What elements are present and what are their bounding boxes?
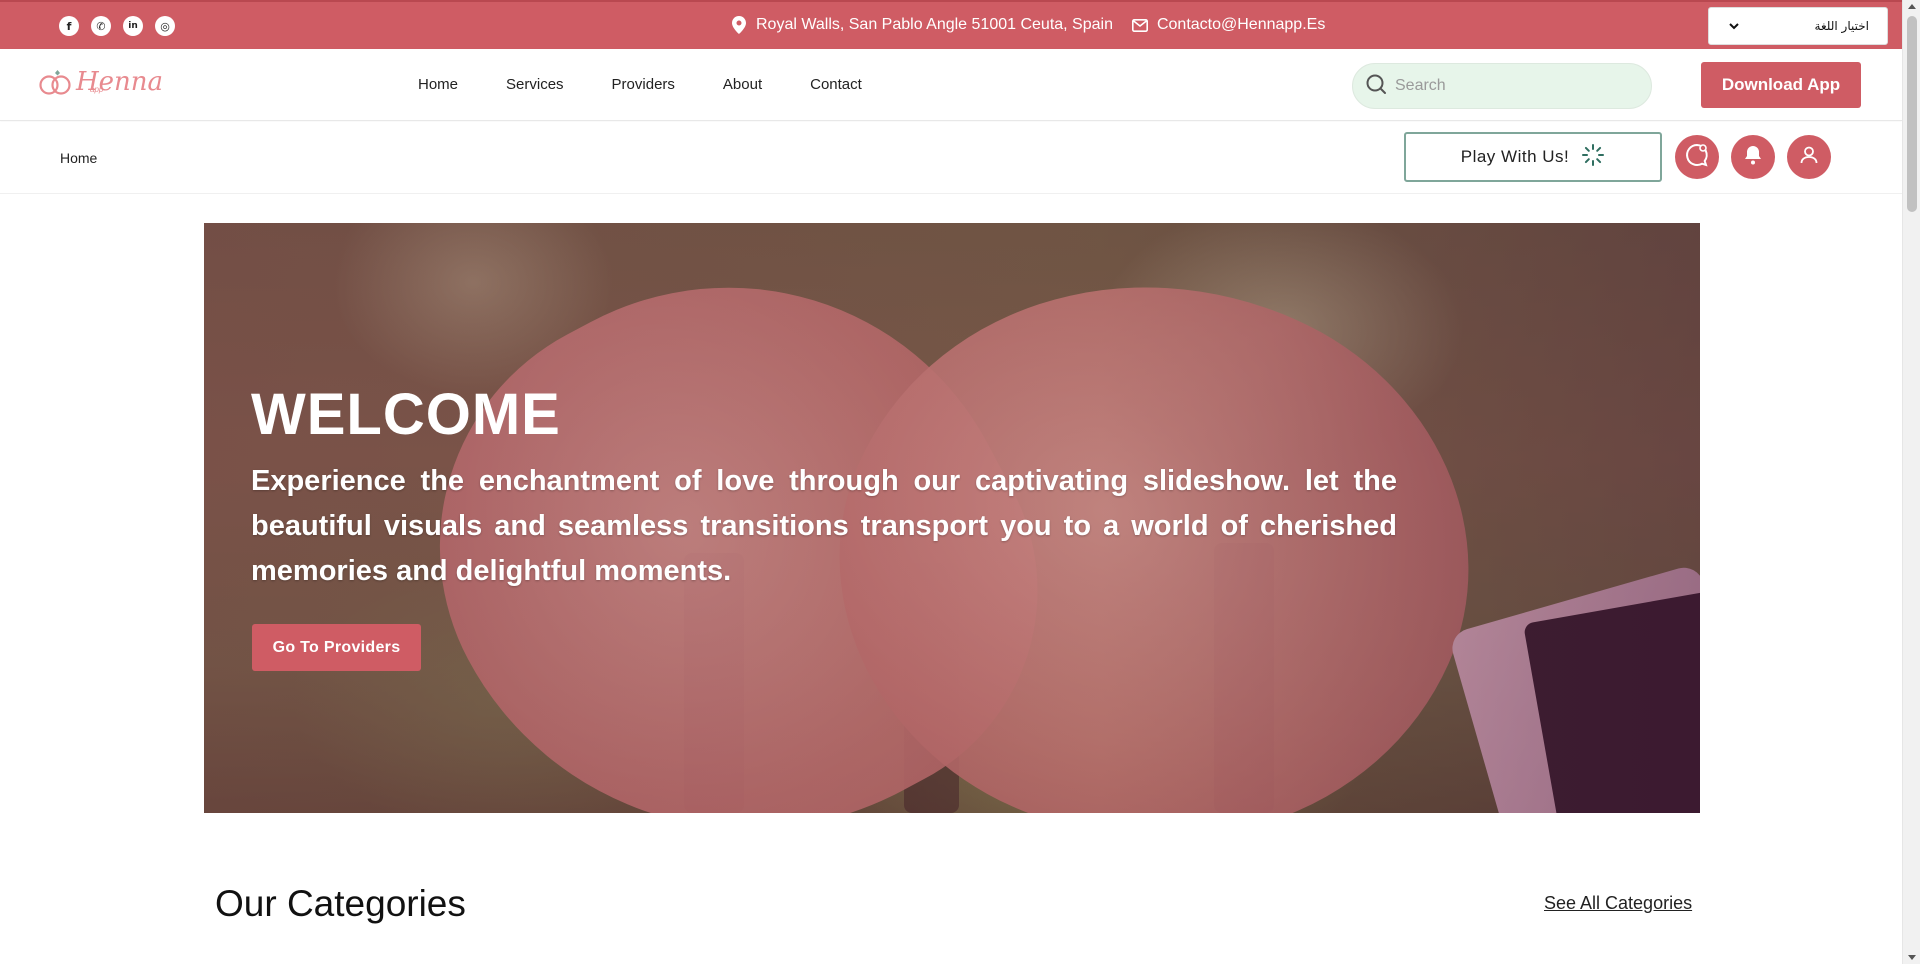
top-bar: f ✆ in ◎ Royal Walls, San Pablo Angle 51… [0,0,1902,49]
nav-link-contact[interactable]: Contact [810,76,862,93]
whatsapp-icon[interactable]: ✆ [91,16,111,36]
search-box[interactable] [1352,63,1652,109]
nav-link-services[interactable]: Services [506,76,564,93]
profile-button[interactable] [1787,135,1831,179]
social-links: f ✆ in ◎ [59,16,175,36]
rings-logo-icon [39,70,71,95]
sub-header: Home Play With Us! [0,122,1902,194]
breadcrumb[interactable]: Home [60,150,97,166]
logo-subtext: app [90,85,104,94]
nav-links: Home Services Providers About Contact [418,76,862,93]
chevron-down-icon [1729,19,1739,33]
chat-button[interactable] [1675,135,1719,179]
play-with-us-label: Play With Us! [1460,147,1570,166]
play-with-us-button[interactable]: Play With Us! [1404,132,1662,182]
instagram-icon[interactable]: ◎ [155,16,175,36]
user-icon [1799,145,1819,170]
main-navbar: Henna app Home Services Providers About … [0,49,1902,121]
nav-link-home[interactable]: Home [418,76,458,93]
go-to-providers-button[interactable]: Go To Providers [252,624,421,671]
notifications-button[interactable] [1731,135,1775,179]
location-pin-icon [730,16,748,34]
language-select[interactable]: اختيار اللغة [1708,7,1888,45]
search-input[interactable] [1395,77,1615,95]
loading-spinner-icon [1581,143,1605,172]
download-app-button[interactable]: Download App [1701,62,1861,108]
hero-title: WELCOME [251,382,561,447]
email-block[interactable]: Contacto@Hennapp.Es [1131,16,1325,34]
page-scrollbar[interactable] [1902,0,1920,964]
hero-description: Experience the enchantment of love throu… [251,464,1397,587]
envelope-icon [1131,16,1149,34]
scroll-down-arrow-icon[interactable] [1908,955,1916,960]
address-text: Royal Walls, San Pablo Angle 51001 Ceuta… [756,16,1113,33]
categories-heading: Our Categories [215,883,466,924]
nav-link-providers[interactable]: Providers [612,76,675,93]
hero-content: WELCOME Experience the enchantment of lo… [251,383,1397,594]
scrollbar-thumb[interactable] [1907,16,1917,212]
bell-icon [1744,145,1762,170]
hero-slideshow: WELCOME Experience the enchantment of lo… [204,223,1700,813]
see-all-categories-link[interactable]: See All Categories [1544,893,1692,914]
scroll-up-arrow-icon[interactable] [1908,4,1916,9]
language-select-label: اختيار اللغة [1814,19,1869,33]
email-link[interactable]: Contacto@Hennapp.Es [1157,16,1325,34]
contact-info: Royal Walls, San Pablo Angle 51001 Ceuta… [730,16,1325,34]
facebook-icon[interactable]: f [59,16,79,36]
linkedin-icon[interactable]: in [123,16,143,36]
chat-bubble-icon [1684,142,1710,173]
search-icon [1365,73,1387,100]
nav-link-about[interactable]: About [723,76,762,93]
